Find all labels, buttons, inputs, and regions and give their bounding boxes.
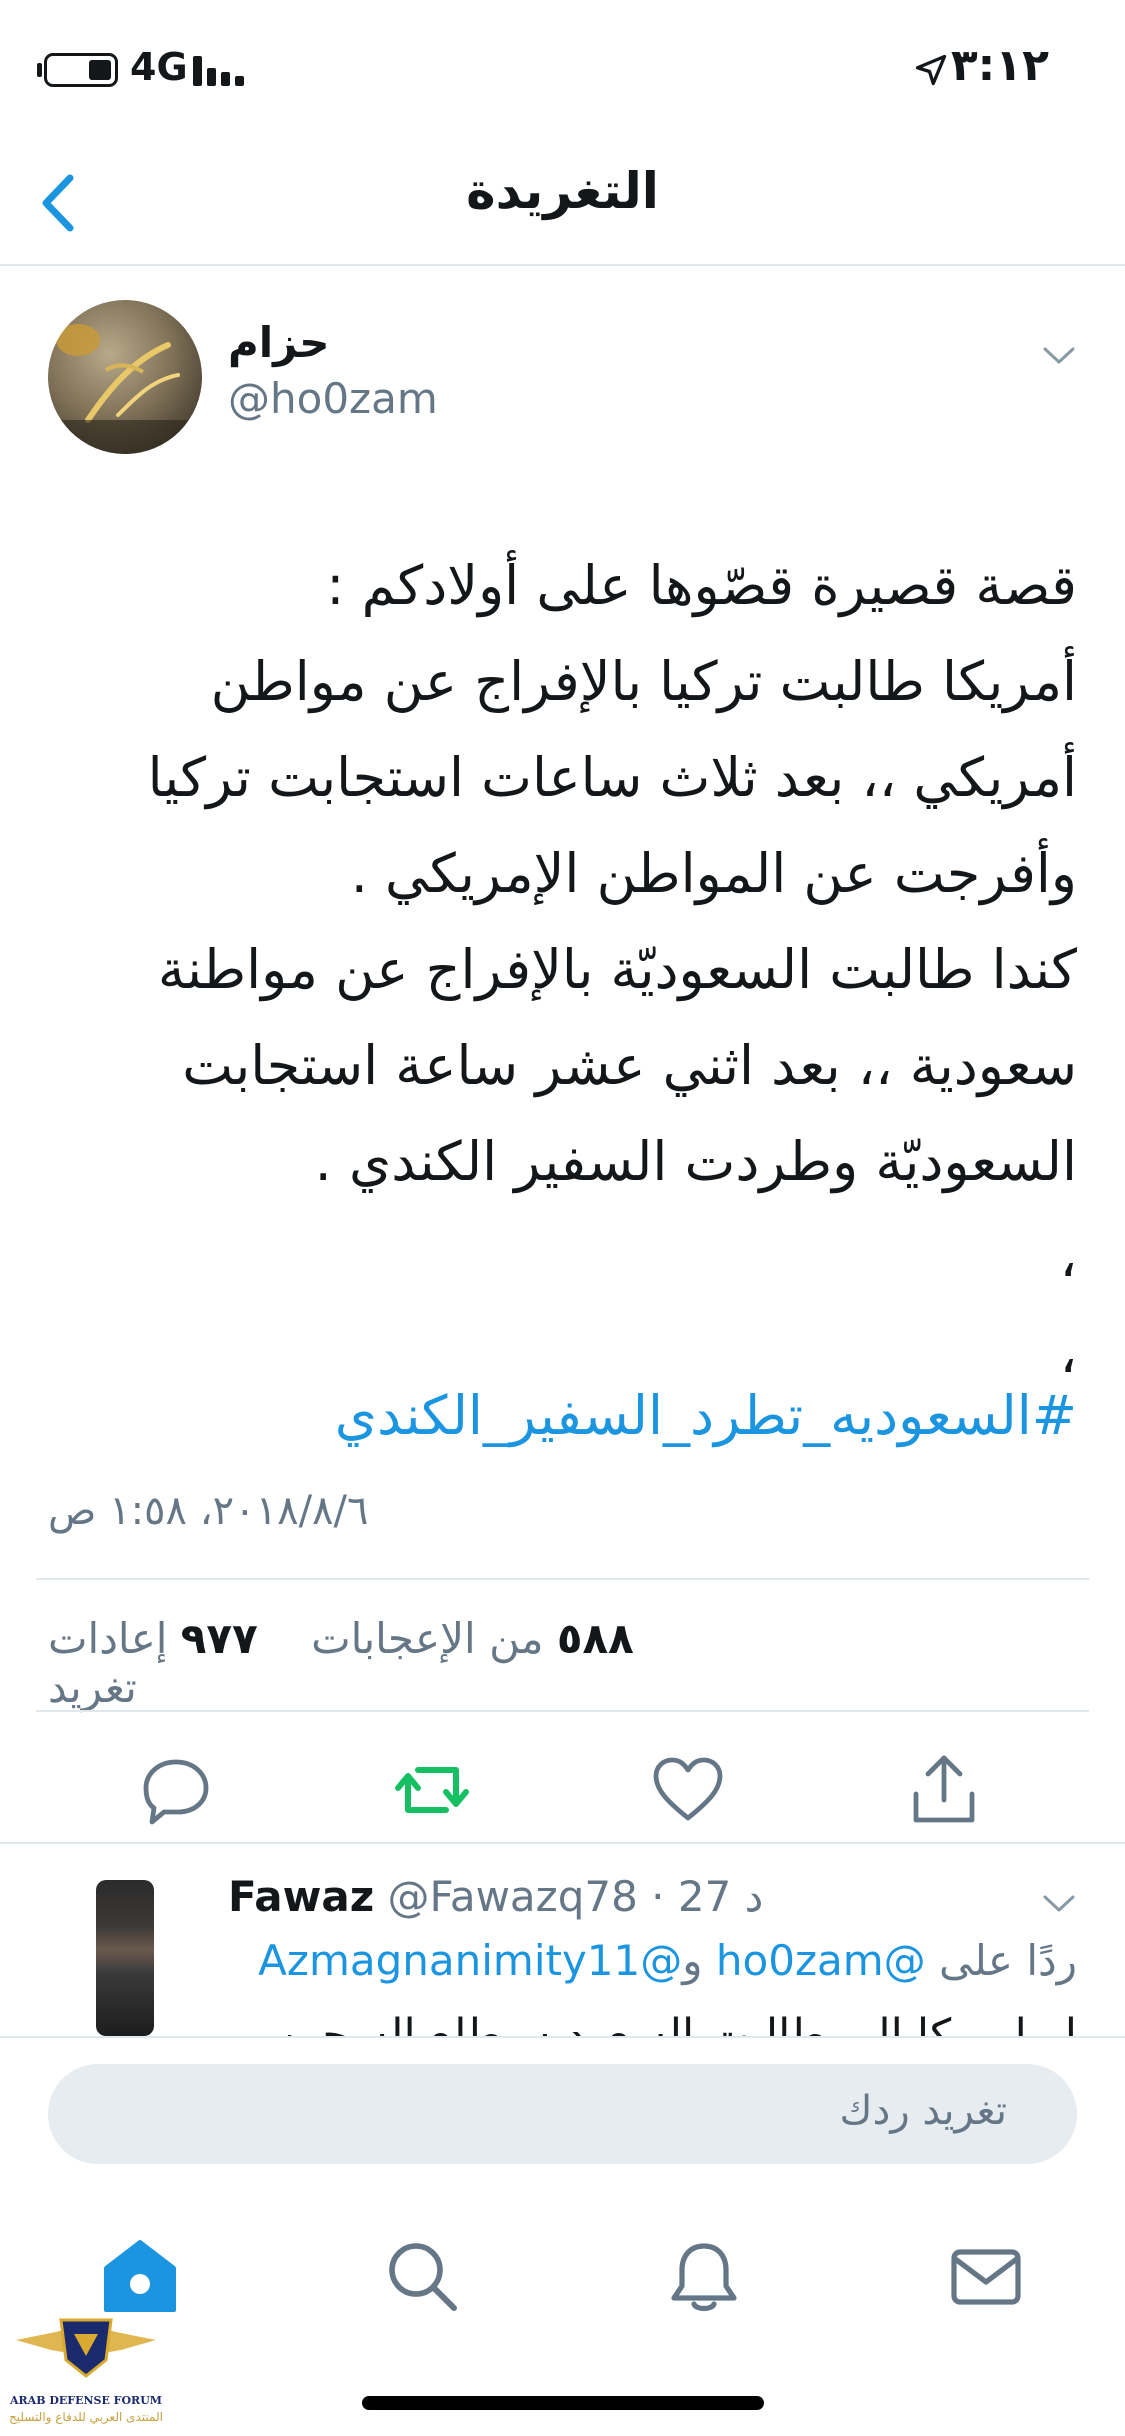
replying-to: ردًا على @ho0zam و@Azmagnanimity11 bbox=[258, 1936, 1077, 1985]
avatar[interactable] bbox=[48, 300, 202, 454]
author-handle[interactable]: @ho0zam bbox=[228, 374, 438, 423]
author-display-name[interactable]: حزام bbox=[228, 318, 330, 367]
network-type: 4G bbox=[130, 45, 188, 89]
home-icon[interactable] bbox=[100, 2236, 180, 2316]
chevron-down-icon[interactable] bbox=[1039, 1888, 1079, 1918]
likes-count: ٥٨٨ bbox=[556, 1614, 634, 1663]
battery-icon bbox=[44, 53, 118, 87]
forum-watermark-logo: ARAB DEFENSE FORUM المنتدى العربي للدفاع… bbox=[6, 2310, 166, 2430]
tweet-timestamp: ٢٠١٨/٨/٦، ١:٥٨ ص bbox=[48, 1488, 369, 1534]
replying-prefix: ردًا على bbox=[939, 1936, 1077, 1985]
messages-envelope-icon[interactable] bbox=[946, 2236, 1026, 2316]
likes-label: من الإعجابات bbox=[311, 1614, 544, 1663]
reply-text-clip: لو امريكا الي طالبت السعوديه بطلع السجين bbox=[0, 2000, 1125, 2036]
divider bbox=[36, 1578, 1089, 1580]
retweets-label: إعادات تغريد bbox=[48, 1614, 168, 1712]
location-arrow-icon bbox=[915, 54, 947, 86]
tweet-stats: ٥٨٨ من الإعجابات ٩٧٧ إعادات تغريد bbox=[48, 1614, 728, 1712]
tweet-actions bbox=[0, 1740, 1125, 1840]
notifications-bell-icon[interactable] bbox=[664, 2236, 744, 2316]
nav-bar: التغريدة bbox=[0, 140, 1125, 266]
reply-header: Fawaz @Fawazq78 · 27 د bbox=[228, 1872, 763, 1921]
divider bbox=[0, 1842, 1125, 1844]
divider bbox=[36, 1710, 1089, 1712]
compose-bar: تغريد ردك bbox=[0, 2036, 1125, 2186]
hashtag-link[interactable]: #السعوديه_تطرد_السفير_الكندي bbox=[335, 1384, 1077, 1447]
share-icon[interactable] bbox=[904, 1750, 984, 1830]
reply-handle-time[interactable]: @Fawazq78 · 27 د bbox=[388, 1872, 764, 1921]
search-icon[interactable] bbox=[382, 2236, 462, 2316]
signal-icon bbox=[193, 56, 247, 86]
watermark-line-1: ARAB DEFENSE FORUM bbox=[10, 2394, 162, 2407]
watermark-line-2: المنتدى العربي للدفاع والتسليح bbox=[9, 2410, 163, 2424]
tweet-text: قصة قصيرة قصّوها على أولادكم : أمريكا طا… bbox=[147, 554, 1077, 1385]
reply-text: لو امريكا الي طالبت السعوديه بطلع السجين bbox=[275, 2010, 1077, 2036]
clock: ٣:١٢ bbox=[950, 40, 1049, 91]
chevron-down-icon[interactable] bbox=[1039, 340, 1079, 370]
mention-link[interactable]: @Azmagnanimity11 bbox=[258, 1936, 682, 1985]
reply-author-name[interactable]: Fawaz bbox=[228, 1872, 374, 1921]
retweets-stat[interactable]: ٩٧٧ إعادات تغريد bbox=[48, 1614, 258, 1712]
retweets-count: ٩٧٧ bbox=[180, 1614, 258, 1663]
retweet-icon[interactable] bbox=[392, 1750, 472, 1830]
page-title: التغريدة bbox=[466, 162, 659, 220]
mention-link[interactable]: @ho0zam bbox=[716, 1936, 926, 1985]
reply-input[interactable]: تغريد ردك bbox=[48, 2064, 1077, 2164]
home-indicator[interactable] bbox=[362, 2396, 764, 2410]
reply-icon[interactable] bbox=[136, 1750, 216, 1830]
likes-stat[interactable]: ٥٨٨ من الإعجابات bbox=[311, 1614, 634, 1663]
like-heart-icon[interactable] bbox=[648, 1750, 728, 1830]
status-bar: 4G ٣:١٢ bbox=[0, 0, 1125, 140]
battery-nub bbox=[37, 63, 42, 77]
replying-conjunction: و bbox=[682, 1936, 703, 1985]
